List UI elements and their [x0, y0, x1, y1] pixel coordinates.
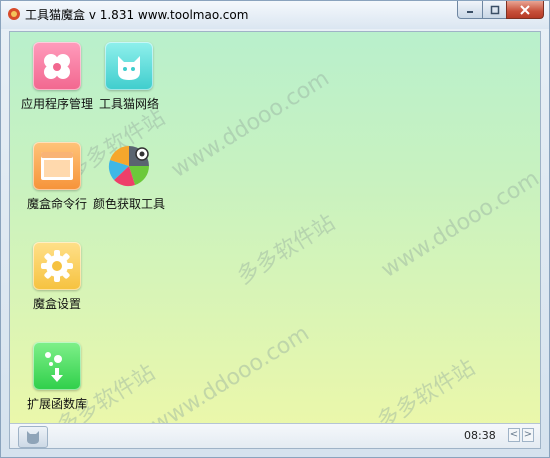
title-bar[interactable]: 工具猫魔盒 v 1.831 www.toolmao.com	[1, 1, 549, 29]
desktop-icon-label: 扩展函数库	[26, 397, 87, 411]
heart-flower-icon	[33, 42, 81, 90]
maximize-button[interactable]	[482, 1, 507, 19]
cat-icon	[105, 42, 153, 90]
minimize-icon	[467, 10, 473, 13]
desktop-icon-color-picker[interactable]: 颜色获取工具	[87, 142, 171, 212]
function-library-icon	[33, 342, 81, 390]
watermark-url: www.ddooo.com	[147, 320, 314, 439]
next-button[interactable]: >	[522, 428, 534, 442]
desktop-icon-label: 魔盒设置	[32, 297, 81, 311]
cat-icon	[27, 431, 39, 444]
close-icon	[520, 4, 530, 15]
desktop-icon-label: 工具猫网络	[98, 97, 159, 111]
close-button[interactable]	[506, 1, 544, 19]
watermark-text: 多多软件站	[233, 210, 340, 290]
gear-icon	[33, 242, 81, 290]
taskbar: 08:38 < >	[10, 423, 540, 448]
desktop-icon-label: 颜色获取工具	[92, 197, 165, 211]
previous-button[interactable]: <	[508, 428, 520, 442]
maximize-icon	[490, 5, 499, 14]
watermark-url: www.ddooo.com	[167, 65, 334, 184]
clock: 08:38	[464, 429, 496, 442]
desktop-icon-function-library[interactable]: 扩展函数库	[15, 342, 99, 412]
window-title: 工具猫魔盒 v 1.831 www.toolmao.com	[25, 8, 249, 22]
desktop-area: 多多软件站 www.ddooo.com 多多软件站 www.ddooo.com …	[9, 31, 541, 449]
minimize-button[interactable]	[457, 1, 483, 19]
command-window-icon	[33, 142, 81, 190]
app-logo-icon	[8, 8, 20, 20]
app-window: 工具猫魔盒 v 1.831 www.toolmao.com 多多软件站 www.…	[0, 0, 550, 458]
desktop-icon-settings[interactable]: 魔盒设置	[15, 242, 99, 312]
watermark-url: www.ddooo.com	[377, 165, 541, 284]
color-pie-icon	[105, 142, 153, 190]
start-button[interactable]	[18, 426, 48, 448]
desktop-icon-toolmao-network[interactable]: 工具猫网络	[87, 42, 171, 112]
